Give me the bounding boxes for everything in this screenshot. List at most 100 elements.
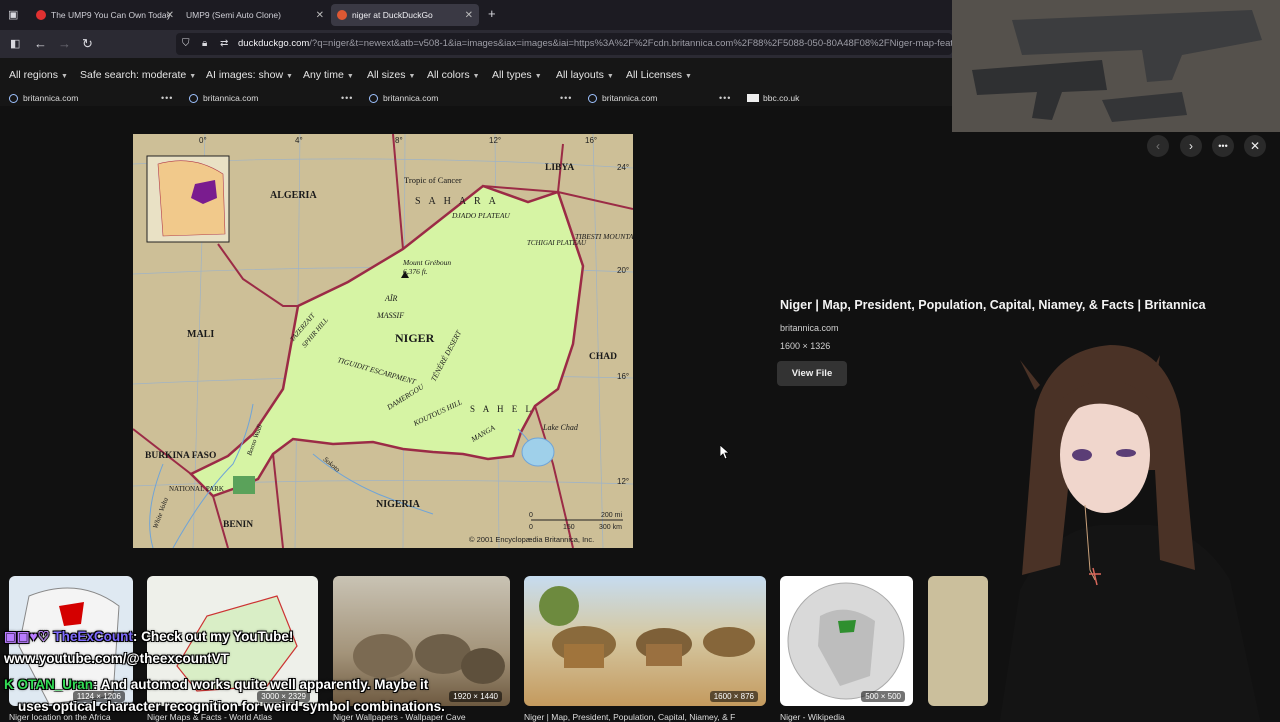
- tab-label: UMP9 (Semi Auto Clone): [186, 10, 281, 20]
- close-button[interactable]: ✕: [1244, 135, 1266, 157]
- label-tibesti: TIBESTI MOUNTAINS: [575, 232, 633, 241]
- back-icon[interactable]: ←: [34, 36, 47, 52]
- kick-icon: K: [4, 677, 18, 692]
- forward-icon[interactable]: →: [58, 36, 71, 52]
- filter-sizes[interactable]: All sizes ▼: [367, 69, 415, 81]
- view-file-button[interactable]: View File: [777, 361, 847, 386]
- image-source[interactable]: britannica.com: [780, 323, 839, 333]
- chevron-down-icon: ▼: [61, 73, 68, 80]
- reload-icon[interactable]: ↻: [82, 36, 93, 52]
- result-source[interactable]: britannica.com: [369, 93, 438, 103]
- label-niger: NIGER: [395, 331, 435, 345]
- result-source-row: britannica.com ••• britannica.com ••• br…: [0, 90, 952, 106]
- filter-safe-search[interactable]: Safe search: moderate ▼: [80, 69, 196, 81]
- mouse-cursor-icon: [720, 445, 730, 460]
- chat-text: : And automod works quite well apparentl…: [93, 677, 429, 692]
- tab-overview-icon[interactable]: ▣: [8, 7, 18, 23]
- chevron-down-icon: ▼: [189, 73, 197, 80]
- search-filter-bar: All regions ▼ Safe search: moderate ▼ AI i…: [0, 58, 952, 92]
- chat-badge-icons: ▣▣♥♡: [4, 629, 54, 644]
- webcam-overlay: [952, 0, 1280, 132]
- previous-image-button[interactable]: ‹: [1147, 135, 1169, 157]
- more-options-icon[interactable]: •••: [719, 93, 731, 103]
- chat-username: TheExCount: [53, 629, 133, 644]
- longitude-label: 4°: [295, 136, 303, 145]
- svg-text:200 mi: 200 mi: [601, 512, 622, 519]
- tab-ump9-video[interactable]: The UMP9 You Can Own Today ✕: [30, 4, 180, 26]
- thumbnail-niger-wikipedia[interactable]: 500 × 500: [780, 576, 913, 706]
- chat-username: OTAN_Uran: [17, 677, 94, 692]
- result-source[interactable]: britannica.com: [9, 93, 78, 103]
- filter-types[interactable]: All types ▼: [492, 69, 542, 81]
- close-tab-icon[interactable]: ✕: [465, 10, 473, 21]
- svg-text:300 km: 300 km: [599, 524, 622, 531]
- filter-time[interactable]: Any time ▼: [303, 69, 354, 81]
- next-image-button[interactable]: ›: [1180, 135, 1202, 157]
- globe-icon: [369, 93, 378, 103]
- tab-duckduckgo[interactable]: niger at DuckDuckGo ✕: [331, 4, 479, 26]
- image-title[interactable]: Niger | Map, President, Population, Capi…: [780, 298, 1206, 312]
- niger-map-image[interactable]: 0° 4° 8° 12° 16° 24° 20° 16° 12° LIBYA A…: [133, 134, 633, 548]
- navigation-bar: ◧ ← → ↻ ⛉ 🔒︎ ⇄ duckduckgo.com/?q=niger&t…: [0, 30, 975, 58]
- filter-regions[interactable]: All regions ▼: [9, 69, 68, 81]
- label-massif: MASSIF: [376, 311, 404, 320]
- filter-layouts[interactable]: All layouts ▼: [556, 69, 614, 81]
- url-text: duckduckgo.com/?q=niger&t=newext&atb=v50…: [238, 38, 975, 49]
- more-options-icon[interactable]: •••: [161, 93, 173, 103]
- chat-text: : Check out my YouTube!: [132, 629, 294, 644]
- chat-message: K OTAN_Uran: And automod works quite wel…: [4, 677, 428, 692]
- latitude-label: 24°: [617, 163, 629, 172]
- chevron-down-icon: ▼: [472, 73, 480, 80]
- label-algeria: ALGERIA: [270, 190, 317, 201]
- chevron-down-icon: ▼: [346, 73, 354, 80]
- shield-icon[interactable]: ⛉: [182, 36, 190, 52]
- svg-text:150: 150: [563, 524, 575, 531]
- close-tab-icon[interactable]: ✕: [166, 10, 174, 21]
- globe-thumbnail: [787, 582, 905, 700]
- more-options-button[interactable]: •••: [1212, 135, 1234, 157]
- longitude-label: 12°: [489, 136, 501, 145]
- result-source[interactable]: britannica.com: [588, 93, 657, 103]
- image-dimensions: 1600 × 1326: [780, 341, 831, 351]
- chat-message-continued: uses optical character recognition for w…: [18, 699, 445, 714]
- chevron-down-icon: ▼: [534, 73, 542, 80]
- label-sahel: S A H E L: [470, 404, 534, 414]
- webcam-feed: [952, 0, 1280, 132]
- bbc-icon: [747, 94, 759, 102]
- close-tab-icon[interactable]: ✕: [316, 10, 324, 21]
- filter-licenses[interactable]: All Licenses ▼: [626, 69, 692, 81]
- thumbnail-caption[interactable]: Niger - Wikipedia: [780, 712, 913, 722]
- label-chad: CHAD: [589, 352, 617, 362]
- lock-icon[interactable]: 🔒︎: [202, 36, 207, 52]
- chat-message: ▣▣♥♡ TheExCount: Check out my YouTube!: [4, 629, 293, 645]
- new-tab-button[interactable]: +: [488, 6, 496, 22]
- filter-colors[interactable]: All colors ▼: [427, 69, 480, 81]
- thumbnail-dimensions: 1920 × 1440: [449, 691, 502, 702]
- map-copyright: © 2001 Encyclopædia Britannica, Inc.: [469, 535, 594, 544]
- tab-label: The UMP9 You Can Own Today: [51, 10, 171, 20]
- more-options-icon[interactable]: •••: [560, 93, 572, 103]
- address-bar[interactable]: ⛉ 🔒︎ ⇄ duckduckgo.com/?q=niger&t=newext&…: [176, 33, 975, 55]
- page-info-icon[interactable]: ⇄: [220, 36, 228, 52]
- label-mali: MALI: [187, 329, 214, 340]
- thumbnail-niger-britannica[interactable]: 1600 × 876: [524, 576, 766, 706]
- thumbnail-caption[interactable]: Niger | Map, President, Population, Capi…: [524, 712, 766, 722]
- label-benin: BENIN: [223, 520, 253, 530]
- national-park-area: [233, 476, 255, 494]
- label-sahara: S A H A R A: [415, 196, 499, 207]
- latitude-label: 12°: [617, 477, 629, 486]
- globe-icon: [9, 93, 18, 103]
- longitude-label: 0°: [199, 136, 207, 145]
- result-source[interactable]: bbc.co.uk: [747, 93, 799, 103]
- chevron-down-icon: ▼: [408, 73, 416, 80]
- globe-icon: [588, 93, 597, 103]
- youtube-icon: [36, 10, 46, 20]
- duckduckgo-icon: [337, 10, 347, 20]
- more-options-icon[interactable]: •••: [341, 93, 353, 103]
- result-source[interactable]: britannica.com: [189, 93, 258, 103]
- filter-ai-images[interactable]: AI images: show ▼: [206, 69, 293, 81]
- chevron-down-icon: ▼: [685, 73, 692, 80]
- label-national-park: NATIONAL PARK: [169, 485, 224, 493]
- sidebar-icon[interactable]: ◧: [10, 36, 20, 52]
- tab-ump9-clone[interactable]: UMP9 (Semi Auto Clone) ✕: [180, 4, 330, 26]
